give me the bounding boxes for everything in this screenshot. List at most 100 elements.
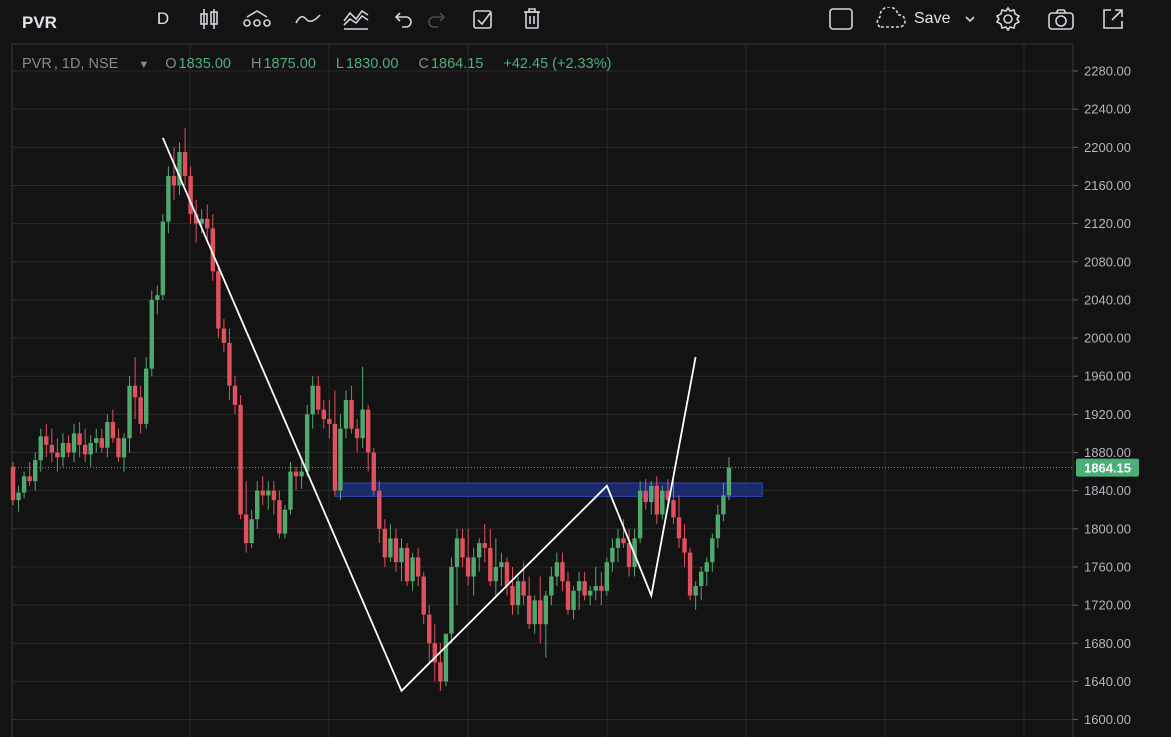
candle [255,481,260,529]
candle-body [160,221,166,296]
candle [316,376,321,415]
price-tick-label: 1800.00 [1084,521,1131,536]
candle [504,557,510,596]
candle-body [343,400,349,429]
candle [488,528,493,587]
candle-body [593,586,598,591]
candle-body [526,595,532,625]
candle-body [249,519,254,544]
candle [427,605,432,663]
candle [82,428,88,463]
candle-body [515,581,521,606]
candle-body [637,490,643,539]
candle [121,433,127,472]
candle [21,471,27,499]
candle-body [415,557,421,577]
candle-body [510,586,515,606]
price-axis: 2280.00 2240.00 2200.00 2160.00 2120.00 2080.… [1072,44,1171,737]
candle [704,557,709,587]
candle [127,376,132,453]
candle-body [726,467,732,496]
candle [304,404,310,477]
candle [132,357,138,420]
candle [726,457,732,501]
candle [354,419,360,453]
candle-body [205,218,210,229]
candle [682,524,687,567]
candle-body [354,428,360,439]
candle-body [282,509,288,534]
candle [588,586,593,606]
candle [554,552,560,587]
chart-grid [11,43,1073,737]
candle [465,528,471,587]
candle-body [549,576,554,596]
candle-body [127,385,132,439]
candle-body [599,586,604,591]
candle [532,595,537,634]
candle-body [560,562,565,582]
candle-body [421,576,426,615]
candle [460,528,465,567]
candle-body [615,538,621,548]
price-chart[interactable]: 2280.00 2240.00 2200.00 2160.00 2120.00 2080.… [0,0,1171,737]
candle-body [288,471,293,510]
candle-body [227,342,232,386]
candle-body [438,662,443,682]
candle-body [521,581,526,596]
candle [171,147,177,200]
candle-body [327,419,332,424]
candle-body [293,471,299,477]
candle-body [316,385,321,410]
candle-body [588,590,593,596]
candle-body [55,452,60,458]
candle [277,490,282,539]
candle [88,435,93,467]
candle [227,328,232,401]
legend-title[interactable]: PVR [22,56,52,72]
candle [543,590,548,658]
candle [593,566,598,601]
candle-body [166,175,171,222]
candle-body [682,538,687,553]
legend-menu-icon[interactable]: ▼ [138,59,149,71]
candle [371,447,376,496]
legend-open: 1835.00 [178,56,231,72]
candle [576,571,582,610]
candle-body [299,471,304,477]
candle [288,462,293,515]
candle [571,586,576,620]
candle [699,566,704,601]
price-tick-label: 2280.00 [1084,64,1131,79]
candle-body [371,452,376,491]
candle [432,624,437,682]
candle-body [71,433,77,453]
candle-body [565,581,571,610]
candle-body [488,547,493,582]
price-tick-label: 2200.00 [1084,140,1131,155]
price-tick-label: 1720.00 [1084,598,1131,613]
candle-body [66,442,71,453]
price-tick-label: 1920.00 [1084,407,1131,422]
candle [393,528,399,572]
candle-body [576,581,582,591]
candle-body [360,409,365,439]
legend-close-label: C [418,56,429,72]
candle [604,557,610,596]
candle [33,452,38,491]
candle-body [427,614,432,644]
candle-body [393,538,399,563]
candle [649,481,654,515]
candle-body [21,476,27,493]
candle-body [699,571,704,587]
candle [454,528,460,606]
candle [232,376,238,415]
candle [404,543,410,587]
price-tick-label: 2000.00 [1084,331,1131,346]
candle-body [88,442,93,455]
candle-body [643,490,648,503]
candle-body [693,586,698,596]
candle-body [38,436,43,461]
price-tick-label: 2040.00 [1084,292,1131,307]
candle [155,285,160,315]
